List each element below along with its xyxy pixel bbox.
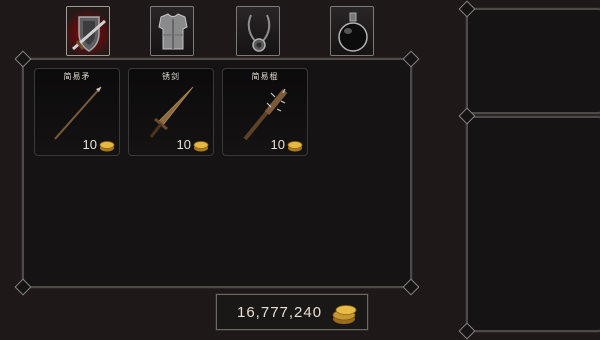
shop-item-slot[interactable]: 简易矛 10 (34, 68, 120, 156)
shop-item-slot[interactable]: 锈剑 10 (128, 68, 214, 156)
item-price: 10 (270, 137, 285, 152)
tab-potions[interactable] (330, 6, 374, 56)
gold-display: 16,777,240 (215, 293, 369, 331)
sword-shield-icon (72, 16, 106, 52)
tab-accessories[interactable] (236, 6, 280, 56)
gold-coin-icon (193, 141, 209, 152)
gold-amount: 16,777,240 (237, 304, 323, 321)
tab-armor[interactable] (150, 6, 194, 56)
spiked-club-icon (243, 88, 288, 141)
shop-item-slot[interactable]: 简易棍 10 (222, 68, 308, 156)
item-price: 10 (176, 137, 191, 152)
tab-weapons[interactable] (66, 6, 110, 56)
gold-coins-icon (332, 305, 357, 324)
chest-armor-icon (158, 13, 188, 50)
item-price: 10 (82, 137, 97, 152)
detail-panel-top (465, 7, 600, 115)
item-name: 简易棍 (251, 72, 279, 81)
rusty-sword-icon (149, 86, 194, 138)
item-name: 简易矛 (63, 72, 91, 81)
necklace-icon (247, 14, 271, 52)
spear-icon (54, 86, 102, 140)
potion-flask-icon (338, 12, 368, 52)
detail-panel-bottom (465, 115, 600, 333)
gold-coin-icon (99, 141, 115, 152)
gold-coin-icon (287, 141, 303, 152)
item-name: 锈剑 (162, 72, 180, 81)
